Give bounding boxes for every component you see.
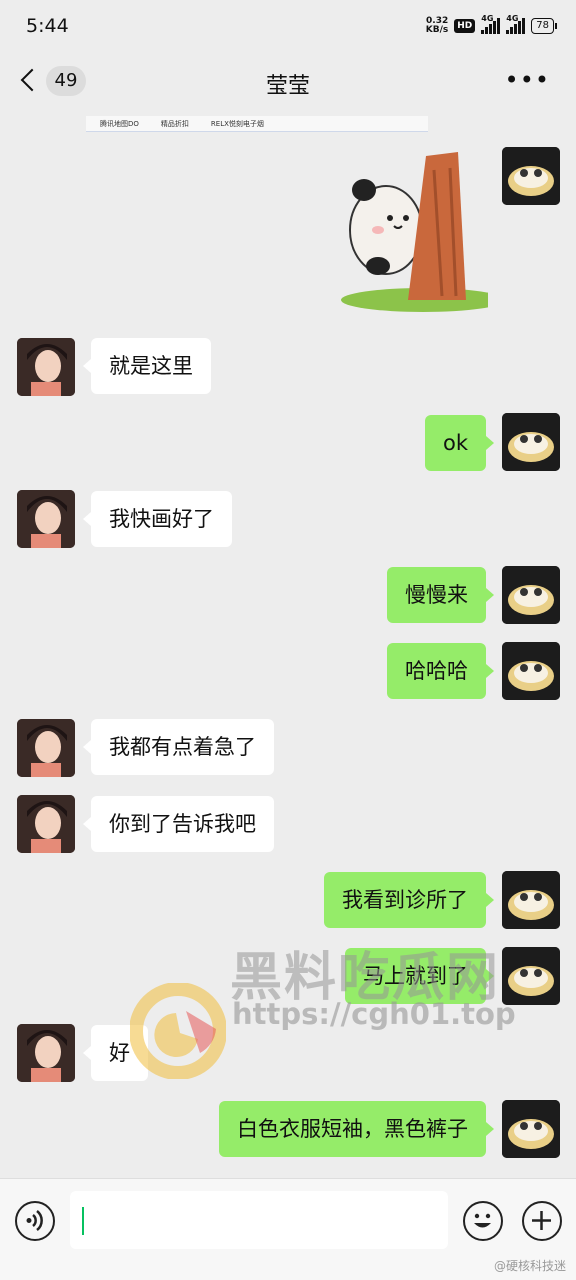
more-functions-button[interactable] bbox=[522, 1201, 562, 1241]
battery-icon: 78 bbox=[531, 18, 557, 34]
chat-header: 49 莹莹 ••• bbox=[0, 52, 576, 112]
sent-message-bubble[interactable]: 哈哈哈 bbox=[387, 643, 494, 699]
hd-badge: HD bbox=[454, 19, 476, 33]
received-message-bubble[interactable]: 我快画好了 bbox=[83, 491, 232, 547]
sent-message-bubble[interactable]: ok bbox=[424, 415, 495, 471]
sent-message-bubble[interactable]: 马上就到了 bbox=[345, 948, 494, 1004]
status-bar: 5:44 0.32 KB/s HD 4G 4G 78 bbox=[0, 0, 576, 52]
emoji-button[interactable] bbox=[463, 1201, 503, 1241]
text-cursor bbox=[82, 1207, 84, 1235]
status-icons: 0.32 KB/s HD 4G 4G 78 bbox=[425, 14, 557, 35]
plus-icon bbox=[532, 1211, 551, 1230]
received-message-bubble[interactable]: 我都有点着急了 bbox=[83, 719, 274, 775]
message-input-bar: @硬核科技迷 bbox=[0, 1178, 576, 1280]
sent-message-bubble[interactable]: 白色衣服短袖，黑色裤子 bbox=[219, 1101, 494, 1157]
received-message-bubble[interactable]: 好 bbox=[83, 1025, 148, 1081]
more-dots-icon[interactable]: ••• bbox=[505, 68, 550, 92]
received-message-bubble[interactable]: 就是这里 bbox=[83, 338, 211, 394]
sent-message-bubble[interactable]: 我看到诊所了 bbox=[324, 872, 494, 928]
my-avatar[interactable] bbox=[502, 566, 560, 624]
contact-avatar[interactable] bbox=[17, 795, 75, 853]
chat-title: 莹莹 bbox=[265, 74, 310, 99]
source-watermark: @硬核科技迷 bbox=[493, 1259, 566, 1273]
voice-wave-icon bbox=[26, 1210, 43, 1231]
received-message-bubble[interactable]: 你到了告诉我吧 bbox=[83, 796, 274, 852]
network-speed: 0.32 KB/s bbox=[425, 16, 449, 35]
my-avatar[interactable] bbox=[502, 642, 560, 700]
my-avatar[interactable] bbox=[502, 413, 560, 471]
my-avatar[interactable] bbox=[502, 147, 560, 205]
message-text-input[interactable] bbox=[70, 1191, 448, 1249]
my-avatar[interactable] bbox=[502, 871, 560, 929]
contact-avatar[interactable] bbox=[17, 719, 75, 777]
sent-message-bubble[interactable]: 慢慢来 bbox=[387, 567, 494, 623]
signal-icon: 4G bbox=[481, 14, 501, 34]
clock: 5:44 bbox=[26, 15, 69, 37]
my-avatar[interactable] bbox=[502, 1100, 560, 1158]
shared-image-thumbnail[interactable]: 腾讯地图DO 精品折扣 RELX悦刻电子烟 bbox=[86, 116, 428, 132]
contact-avatar[interactable] bbox=[17, 338, 75, 396]
voice-input-button[interactable] bbox=[15, 1201, 55, 1241]
contact-avatar[interactable] bbox=[17, 490, 75, 548]
panda-tree-sticker[interactable] bbox=[338, 150, 505, 312]
contact-avatar[interactable] bbox=[17, 1024, 75, 1082]
my-avatar[interactable] bbox=[502, 947, 560, 1005]
smiley-face-icon bbox=[474, 1213, 491, 1228]
signal-icon: 4G bbox=[506, 14, 526, 34]
